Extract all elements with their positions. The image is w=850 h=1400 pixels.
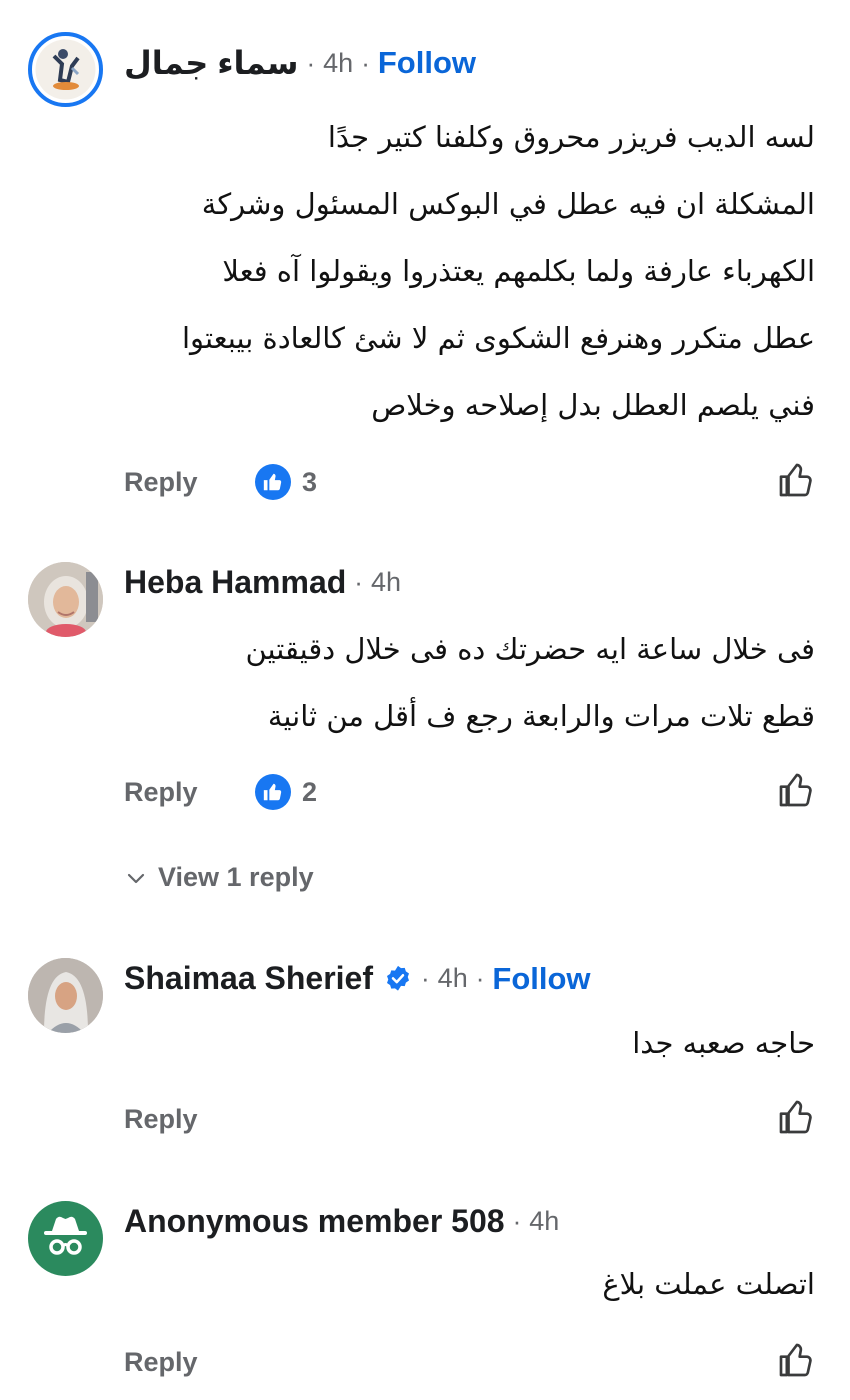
avatar-image — [35, 39, 96, 100]
reaction-summary[interactable]: 2 — [255, 774, 317, 810]
chevron-down-icon — [127, 873, 145, 883]
comment-line: عطل متكرر وهنرفع الشكوى ثم لا شئ كالعادة… — [181, 321, 815, 355]
separator-dot: · — [361, 47, 370, 78]
comment-actions: Reply — [124, 1340, 816, 1384]
avatar[interactable] — [28, 32, 103, 107]
follow-button[interactable]: Follow — [378, 45, 476, 81]
view-replies-button[interactable]: View 1 reply — [124, 862, 314, 893]
reply-button[interactable]: Reply — [124, 1340, 198, 1384]
comment-line: فى خلال ساعة ايه حضرتك ده فى خلال دقيقتي… — [245, 632, 815, 666]
separator-dot: · — [421, 963, 430, 993]
timestamp: 4h — [437, 963, 468, 993]
view-replies-label: View 1 reply — [158, 862, 314, 892]
verified-badge-icon — [383, 964, 413, 994]
comment-actions: Reply — [124, 1097, 816, 1141]
thumbs-up-outline-icon[interactable] — [776, 770, 816, 810]
avatar-image — [28, 958, 103, 1033]
comment-header: Shaimaa Sherief · 4h · Follow — [124, 960, 591, 997]
comment-header: Anonymous member 508 · 4h — [124, 1203, 559, 1240]
comment-text: فى خلال ساعة ايه حضرتك ده فى خلال دقيقتي… — [120, 616, 815, 750]
timestamp: 4h — [370, 567, 402, 597]
separator-dot: · — [475, 963, 485, 993]
author-name[interactable]: Heba Hammad — [124, 564, 346, 601]
author-name[interactable]: Anonymous member 508 — [124, 1203, 505, 1240]
reply-button[interactable]: Reply — [124, 1097, 198, 1141]
author-name[interactable]: سماء جمال — [124, 44, 298, 82]
reaction-summary[interactable]: 3 — [255, 464, 317, 500]
avatar[interactable] — [28, 1201, 103, 1276]
thumbs-up-filled-icon — [255, 774, 291, 810]
avatar-image — [28, 562, 103, 637]
timestamp: 4h — [323, 47, 354, 78]
incognito-icon — [44, 1216, 87, 1255]
comment-line: اتصلت عملت بلاغ — [602, 1267, 815, 1301]
comment-actions: Reply 3 — [124, 460, 816, 504]
avatar[interactable] — [28, 958, 103, 1033]
comment-line: الكهرباء عارفة ولما بكلمهم يعتذروا ويقول… — [222, 254, 815, 288]
thumbs-up-filled-icon — [255, 464, 291, 500]
separator-dot: · — [512, 1206, 522, 1236]
comment-line: المشكلة ان فيه عطل في البوكس المسئول وشر… — [201, 187, 815, 221]
comment-text: لسه الديب فريزر محروق وكلفنا كتير جدًا ا… — [120, 104, 815, 439]
reply-button[interactable]: Reply — [124, 770, 198, 814]
comment-text: حاجه صعبه جدا — [120, 1010, 815, 1077]
comment-line: لسه الديب فريزر محروق وكلفنا كتير جدًا — [327, 120, 815, 154]
timestamp: 4h — [529, 1206, 560, 1236]
thumbs-up-outline-icon[interactable] — [776, 460, 816, 500]
avatar[interactable] — [28, 562, 103, 637]
comment-line: قطع تلات مرات والرابعة رجع ف أقل من ثاني… — [267, 699, 815, 733]
comment-header: Heba Hammad · 4h — [124, 564, 401, 601]
comment-text: اتصلت عملت بلاغ — [120, 1251, 815, 1318]
thumbs-up-outline-icon[interactable] — [776, 1340, 816, 1380]
reply-button[interactable]: Reply — [124, 460, 198, 504]
separator-dot: · — [354, 567, 363, 597]
comment-actions: Reply 2 — [124, 770, 816, 814]
follow-button[interactable]: Follow — [492, 961, 590, 997]
comment-line: فني يلصم العطل بدل إصلاحه وخلاص — [371, 388, 815, 422]
author-name[interactable]: Shaimaa Sherief — [124, 960, 373, 997]
comment-header: سماء جمال · 4h · Follow — [124, 44, 476, 82]
reaction-count: 3 — [302, 466, 318, 497]
separator-dot: · — [306, 47, 316, 78]
comment-line: حاجه صعبه جدا — [632, 1026, 815, 1060]
thumbs-up-outline-icon[interactable] — [776, 1097, 816, 1137]
reaction-count: 2 — [302, 776, 318, 807]
